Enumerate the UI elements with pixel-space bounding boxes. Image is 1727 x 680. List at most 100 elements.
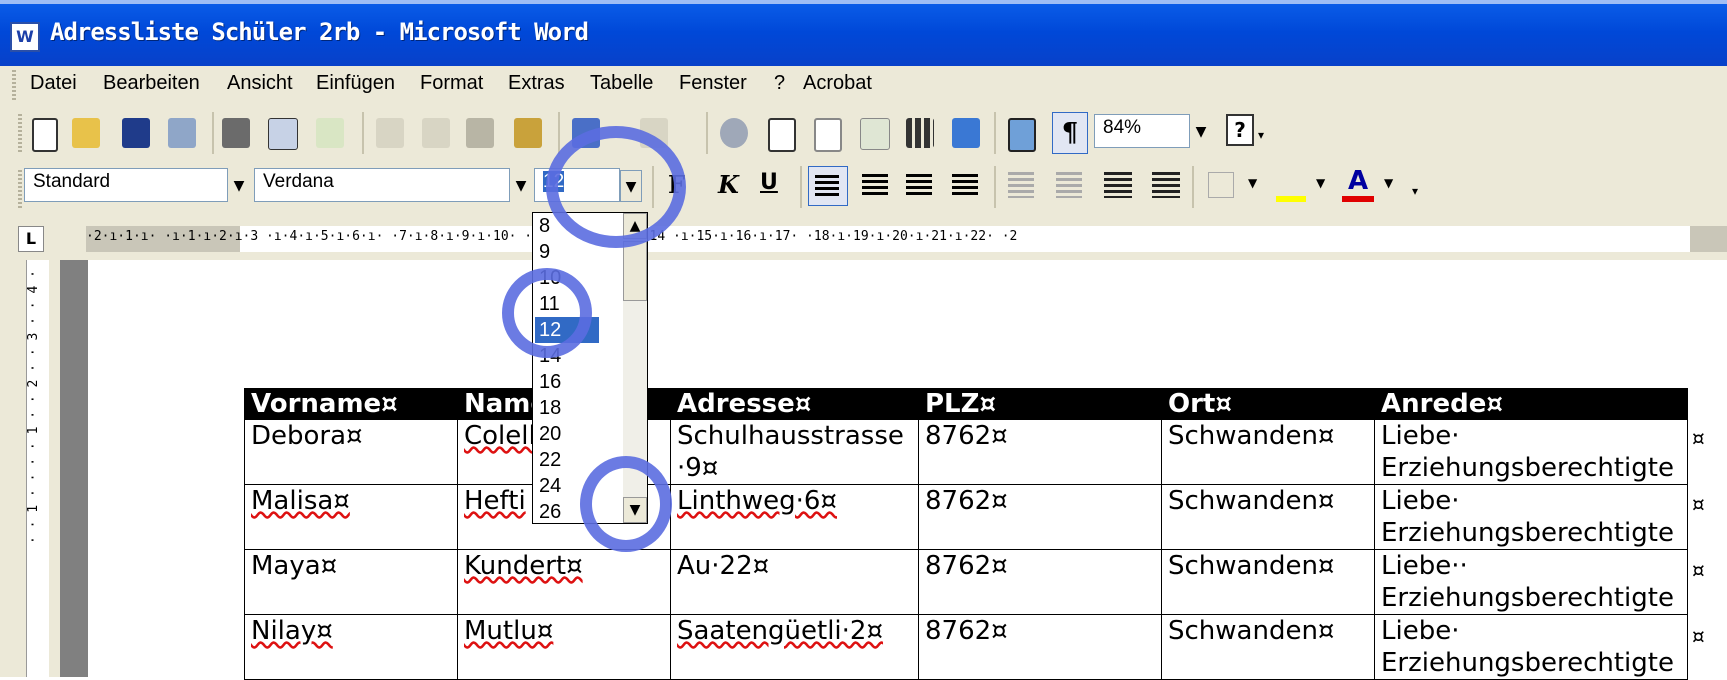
align-right-icon[interactable] <box>906 174 932 196</box>
columns-icon[interactable] <box>906 118 934 148</box>
cell-vorname[interactable]: Maya¤ <box>244 549 458 615</box>
spelling-icon[interactable] <box>316 118 344 148</box>
print-preview-icon[interactable] <box>268 118 298 150</box>
decrease-indent-icon[interactable] <box>1104 172 1132 198</box>
menu-extras[interactable]: Extras <box>508 72 565 95</box>
menubar-grip[interactable] <box>12 70 16 100</box>
menu-einfuegen[interactable]: Einfügen <box>316 72 395 95</box>
toolbar-separator <box>362 112 364 154</box>
open-icon[interactable] <box>72 118 100 148</box>
permission-icon[interactable] <box>168 118 196 148</box>
cell-plz[interactable]: 8762¤ <box>918 549 1162 615</box>
format-toolbar-options-icon[interactable]: ▾ <box>1412 184 1418 198</box>
cell-vorname[interactable]: Nilay¤ <box>244 614 458 680</box>
menu-tabelle[interactable]: Tabelle <box>590 72 653 95</box>
zoom-dropdown-icon[interactable]: ▼ <box>1190 116 1212 148</box>
print-icon[interactable] <box>222 118 250 148</box>
paste-icon[interactable] <box>466 118 494 148</box>
save-icon[interactable] <box>122 118 150 148</box>
menu-acrobat[interactable]: Acrobat <box>803 72 872 95</box>
size-option[interactable]: 20 <box>535 421 623 447</box>
tables-borders-icon[interactable] <box>768 118 796 152</box>
bullets-icon[interactable] <box>1056 172 1082 198</box>
format-toolbar-grip[interactable] <box>18 170 22 210</box>
format-painter-icon[interactable] <box>514 118 542 148</box>
menu-ansicht[interactable]: Ansicht <box>227 72 293 95</box>
font-dropdown-icon[interactable]: ▼ <box>510 170 532 202</box>
italic-button[interactable]: K <box>718 170 739 199</box>
cell-adresse[interactable]: Schulhausstrasse·9¤ <box>670 419 919 485</box>
cell-name[interactable]: Mutlu¤ <box>457 614 671 680</box>
menu-fenster[interactable]: Fenster <box>679 72 747 95</box>
word-app-icon[interactable]: W <box>10 22 40 52</box>
scroll-thumb[interactable] <box>623 241 647 301</box>
increase-indent-icon[interactable] <box>1152 172 1180 198</box>
new-icon[interactable] <box>32 118 58 152</box>
header-ort[interactable]: Ort¤ <box>1161 388 1375 420</box>
style-field[interactable]: Standard <box>24 168 228 202</box>
highlight-ring-size-field <box>546 126 686 248</box>
header-adresse[interactable]: Adresse¤ <box>670 388 919 420</box>
cell-anrede[interactable]: Liebe· Erziehungsberechtigte <box>1374 484 1688 550</box>
highlight-ring-scroll-down <box>580 456 672 552</box>
font-color-dropdown-icon[interactable]: ▼ <box>1384 176 1393 190</box>
menu-bearbeiten[interactable]: Bearbeiten <box>103 72 200 95</box>
header-anrede[interactable]: Anrede¤ <box>1374 388 1688 420</box>
copy-icon[interactable] <box>422 118 450 148</box>
cell-ort[interactable]: Schwanden¤ <box>1161 484 1375 550</box>
align-center-icon[interactable] <box>862 174 888 196</box>
cell-plz[interactable]: 8762¤ <box>918 614 1162 680</box>
cell-anrede[interactable]: Liebe· Erziehungsberechtigte <box>1374 614 1688 680</box>
style-dropdown-icon[interactable]: ▼ <box>228 170 250 202</box>
highlight-dropdown-icon[interactable]: ▼ <box>1316 176 1325 190</box>
row-end-mark: ¤ <box>1692 558 1705 582</box>
borders-dropdown-icon[interactable]: ▼ <box>1248 176 1257 190</box>
insert-table-icon[interactable] <box>814 118 842 152</box>
cut-icon[interactable] <box>376 118 404 148</box>
cell-plz[interactable]: 8762¤ <box>918 419 1162 485</box>
cell-ort[interactable]: Schwanden¤ <box>1161 614 1375 680</box>
align-left-icon[interactable] <box>808 166 848 206</box>
zoom-field[interactable]: 84% <box>1094 114 1190 148</box>
toolbar-options-icon[interactable]: ▾ <box>1258 128 1264 142</box>
cell-ort[interactable]: Schwanden¤ <box>1161 419 1375 485</box>
cell-anrede[interactable]: Liebe· Erziehungsberechtigte <box>1374 419 1688 485</box>
header-vorname[interactable]: Vorname¤ <box>244 388 458 420</box>
toolbar-grip[interactable] <box>18 114 22 154</box>
menu-datei[interactable]: Datei <box>30 72 77 95</box>
cell-ort[interactable]: Schwanden¤ <box>1161 549 1375 615</box>
menu-help[interactable]: ? <box>774 72 785 95</box>
show-hide-icon[interactable]: ¶ <box>1052 112 1088 154</box>
font-field[interactable]: Verdana <box>254 168 510 202</box>
cell-vorname[interactable]: Malisa¤ <box>244 484 458 550</box>
help-icon[interactable]: ? <box>1226 114 1254 146</box>
cell-name-text: Kundert¤ <box>464 551 583 581</box>
numbering-icon[interactable] <box>1008 172 1034 198</box>
table-row: Maya¤ Kundert¤ Au·22¤ 8762¤ Schwanden¤ L… <box>244 549 1688 615</box>
row-end-mark: ¤ <box>1692 426 1705 450</box>
cell-vorname[interactable]: Debora¤ <box>244 419 458 485</box>
underline-button[interactable]: U <box>760 170 778 195</box>
menu-format[interactable]: Format <box>420 72 483 95</box>
highlight-icon[interactable] <box>1276 170 1306 202</box>
cell-name[interactable]: Kundert¤ <box>457 549 671 615</box>
cell-name-text: Colell <box>464 421 536 451</box>
header-plz[interactable]: PLZ¤ <box>918 388 1162 420</box>
document-map-icon[interactable] <box>1008 118 1036 152</box>
table-row: Debora¤ Colell Schulhausstrasse·9¤ 8762¤… <box>244 419 1688 485</box>
hyperlink-icon[interactable] <box>720 118 748 148</box>
cell-plz[interactable]: 8762¤ <box>918 484 1162 550</box>
cell-adresse[interactable]: Saatengüetli·2¤ <box>670 614 919 680</box>
cell-adresse[interactable]: Linthweg·6¤ <box>670 484 919 550</box>
insert-excel-icon[interactable] <box>860 118 890 150</box>
size-option[interactable]: 18 <box>535 395 623 421</box>
address-table[interactable]: Vorname¤ Name¤ Adresse¤ PLZ¤ Ort¤ Anrede… <box>244 388 1688 680</box>
size-option[interactable]: 16 <box>535 369 623 395</box>
borders-icon[interactable] <box>1208 172 1234 198</box>
cell-adresse[interactable]: Au·22¤ <box>670 549 919 615</box>
cell-anrede[interactable]: Liebe·· Erziehungsberechtigte <box>1374 549 1688 615</box>
drawing-icon[interactable] <box>952 118 980 148</box>
justify-icon[interactable] <box>952 174 978 196</box>
font-color-icon[interactable]: A <box>1342 166 1374 202</box>
tab-selector-icon[interactable]: L <box>18 226 44 252</box>
